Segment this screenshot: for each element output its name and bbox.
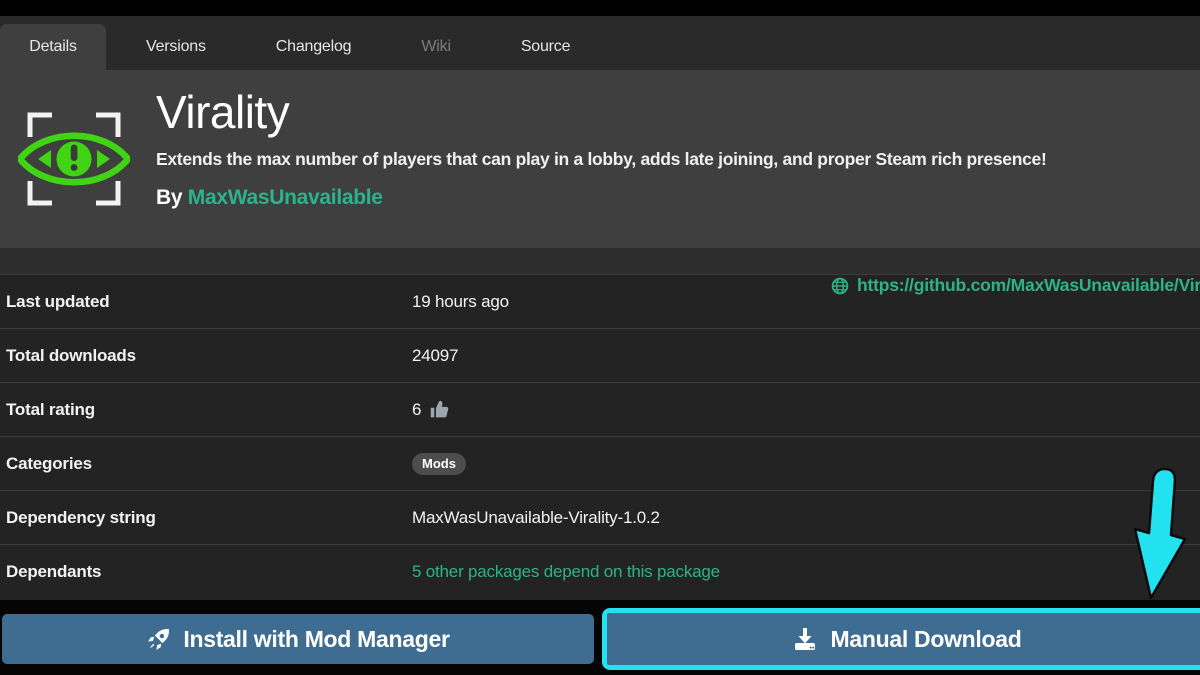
thumbs-up-icon[interactable] xyxy=(429,399,450,420)
top-letterbox-bar xyxy=(0,0,1200,16)
row-label: Dependants xyxy=(0,562,412,582)
package-header: Virality Extends the max number of playe… xyxy=(0,70,1200,248)
tab-wiki[interactable]: Wiki xyxy=(391,24,480,70)
tab-versions[interactable]: Versions xyxy=(116,24,236,70)
rocket-icon xyxy=(146,627,171,652)
section-gap xyxy=(0,248,1200,274)
tab-details[interactable]: Details xyxy=(0,24,106,70)
row-label: Last updated xyxy=(0,292,412,312)
virality-eye-icon xyxy=(18,103,130,215)
eye-exclamation-icon xyxy=(20,136,128,183)
byline-prefix: By xyxy=(156,186,182,209)
byline: By MaxWasUnavailable xyxy=(156,186,1047,210)
row-label: Categories xyxy=(0,454,412,474)
install-button-label: Install with Mod Manager xyxy=(183,626,449,653)
manual-download-highlight-border: Manual Download xyxy=(602,608,1200,670)
row-value: 6 xyxy=(412,399,450,420)
table-row-dependants: Dependants 5 other packages depend on th… xyxy=(0,544,1200,598)
table-row-dependency-string: Dependency string MaxWasUnavailable-Vira… xyxy=(0,490,1200,544)
action-bar: Install with Mod Manager Manual Download xyxy=(0,600,1200,675)
row-label: Total rating xyxy=(0,400,412,420)
dependants-link[interactable]: 5 other packages depend on this package xyxy=(412,562,720,582)
download-icon xyxy=(792,626,818,652)
rating-count: 6 xyxy=(412,400,421,420)
globe-icon xyxy=(831,277,849,295)
row-label: Dependency string xyxy=(0,508,412,528)
row-value: Mods xyxy=(412,453,466,475)
table-row-categories: Categories Mods xyxy=(0,436,1200,490)
website-link[interactable]: https://github.com/MaxWasUnavailable/Vir… xyxy=(831,275,1200,296)
row-value: 5 other packages depend on this package xyxy=(412,562,720,582)
download-button-label: Manual Download xyxy=(830,626,1021,653)
manual-download-button[interactable]: Manual Download xyxy=(607,613,1200,665)
package-tabbar: Details Versions Changelog Wiki Source xyxy=(0,16,1200,70)
table-row-total-downloads: Total downloads 24097 xyxy=(0,328,1200,382)
tab-changelog[interactable]: Changelog xyxy=(246,24,382,70)
row-value: MaxWasUnavailable-Virality-1.0.2 xyxy=(412,508,660,528)
package-description: Extends the max number of players that c… xyxy=(156,149,1047,170)
row-label: Total downloads xyxy=(0,346,412,366)
package-title: Virality xyxy=(156,84,1047,142)
row-value: 19 hours ago xyxy=(412,292,509,312)
category-badge[interactable]: Mods xyxy=(412,453,466,475)
tab-source[interactable]: Source xyxy=(491,24,601,70)
package-meta-table: Last updated 19 hours ago Total download… xyxy=(0,274,1200,598)
table-row-total-rating: Total rating 6 xyxy=(0,382,1200,436)
row-value: 24097 xyxy=(412,346,458,366)
install-with-mod-manager-button[interactable]: Install with Mod Manager xyxy=(2,614,594,664)
author-link[interactable]: MaxWasUnavailable xyxy=(188,186,383,209)
website-url: https://github.com/MaxWasUnavailable/Vir… xyxy=(857,275,1200,296)
